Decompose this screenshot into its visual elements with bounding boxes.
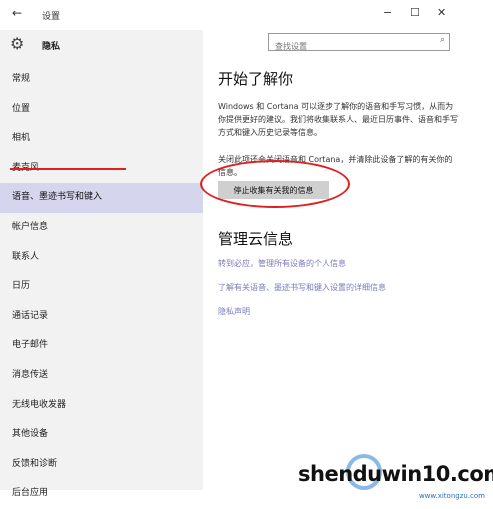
back-arrow-icon[interactable]: ← xyxy=(12,6,22,20)
red-underline-annotation xyxy=(10,168,126,170)
search-box[interactable]: ⌕ xyxy=(268,33,450,54)
close-button[interactable]: ✕ xyxy=(437,6,446,19)
title-bar: ← 设置 − ☐ ✕ xyxy=(0,0,493,30)
sidebar-item-general[interactable]: 常规 xyxy=(0,65,203,95)
sidebar-item-radios[interactable]: 无线电收发器 xyxy=(0,391,203,421)
sidebar-item-email[interactable]: 电子邮件 xyxy=(0,331,203,361)
sidebar-item-location[interactable]: 位置 xyxy=(0,95,203,125)
red-circle-annotation xyxy=(200,160,350,208)
link-learn-more-speech[interactable]: 了解有关语音、墨迹书写和键入设置的详细信息 xyxy=(218,282,386,293)
minimize-button[interactable]: − xyxy=(383,6,392,19)
description-paragraph: Windows 和 Cortana 可以逐步了解你的语音和手写习惯，从而为你提供… xyxy=(218,102,458,137)
sidebar-item-calendar[interactable]: 日历 xyxy=(0,272,203,302)
sidebar-header: ⚙ 隐私 xyxy=(0,30,203,60)
watermark-subtext: www.xitongzu.com xyxy=(418,492,485,500)
link-privacy-statement[interactable]: 隐私声明 xyxy=(218,306,250,317)
sidebar-item-call-history[interactable]: 通话记录 xyxy=(0,302,203,332)
sidebar-item-contacts[interactable]: 联系人 xyxy=(0,243,203,273)
sidebar-item-camera[interactable]: 相机 xyxy=(0,124,203,154)
sidebar-item-other-devices[interactable]: 其他设备 xyxy=(0,420,203,450)
sidebar-title: 隐私 xyxy=(42,42,61,52)
section-heading-manage-cloud-info: 管理云信息 xyxy=(218,230,294,248)
window-title: 设置 xyxy=(42,12,61,22)
search-input[interactable] xyxy=(269,39,425,54)
link-bing-manage[interactable]: 转到必应，管理所有设备的个人信息 xyxy=(218,258,346,269)
watermark-text: shenduwin10.com xyxy=(298,462,493,486)
sidebar-item-feedback-diagnostics[interactable]: 反馈和诊断 xyxy=(0,450,203,480)
search-icon[interactable]: ⌕ xyxy=(440,35,445,45)
maximize-button[interactable]: ☐ xyxy=(410,6,420,19)
watermark: shenduwin10.com www.xitongzu.com xyxy=(298,452,493,505)
sidebar-nav: 常规 位置 相机 麦克风 语音、墨迹书写和键入 帐户信息 联系人 日历 通话记录… xyxy=(0,65,203,509)
gear-icon: ⚙ xyxy=(10,34,25,53)
sidebar-item-background-apps[interactable]: 后台应用 xyxy=(0,479,203,509)
section-heading-get-to-know-you: 开始了解你 xyxy=(218,70,294,88)
sidebar-item-messaging[interactable]: 消息传送 xyxy=(0,361,203,391)
sidebar-item-account-info[interactable]: 帐户信息 xyxy=(0,213,203,243)
sidebar: ⚙ 隐私 常规 位置 相机 麦克风 语音、墨迹书写和键入 帐户信息 联系人 日历… xyxy=(0,30,203,498)
sidebar-item-speech-inking-typing[interactable]: 语音、墨迹书写和键入 xyxy=(0,183,203,213)
